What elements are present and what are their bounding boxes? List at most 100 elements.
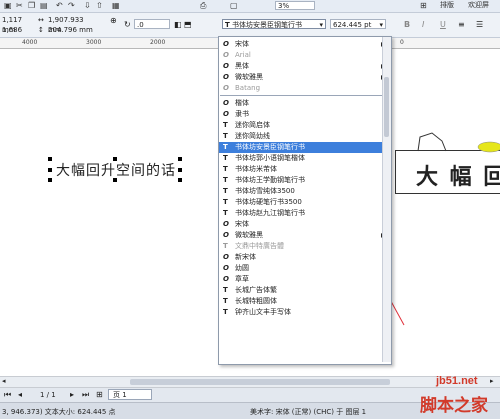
font-list-item[interactable]: O黑体▶	[219, 61, 389, 72]
selection-handle[interactable]	[48, 168, 52, 172]
import-icon[interactable]: ⇩	[84, 1, 91, 10]
page-tab-label: 页 1	[113, 391, 127, 399]
page-tab-1[interactable]: 页 1	[108, 389, 152, 400]
font-name-label: Batang	[235, 84, 261, 92]
font-name-label: 幼圆	[235, 264, 249, 272]
font-list-item[interactable]: O 幼圆	[219, 263, 389, 274]
font-list-item[interactable]: T 书体坊王学勤钢笔行书	[219, 175, 389, 186]
font-list-dropdown[interactable]: O宋体▶OArialO黑体▶O微软雅黑▶OBatangO楷体O隶书T迷你简启体T…	[218, 36, 392, 365]
font-list-item[interactable]: O微软雅黑▶	[219, 72, 389, 83]
font-list-item[interactable]: O微软雅黑▶	[219, 230, 389, 241]
next-page-icon[interactable]: ▸	[70, 390, 74, 399]
height-field[interactable]: 204.796 mm	[46, 25, 98, 35]
page-count: 1 / 1	[40, 391, 56, 399]
font-list-item[interactable]: T 迷你简启体	[219, 120, 389, 131]
ruler-tick-label: 2000	[150, 39, 166, 46]
font-name-dropdown[interactable]: T 书体坊安景臣钢笔行书 ▾	[222, 19, 326, 29]
height-icon: ↕	[38, 26, 44, 34]
font-list-item[interactable]: T 长城广告体繁	[219, 285, 389, 296]
undo-icon[interactable]: ↶	[56, 1, 63, 10]
truetype-font-icon: T	[223, 209, 228, 217]
font-list-item[interactable]: T 文鼎中特廣告體	[219, 241, 389, 252]
font-list-item[interactable]: T 钟齐山文丰手写体	[219, 307, 389, 318]
first-page-icon[interactable]: ⏮	[4, 390, 11, 400]
truetype-font-icon: T	[223, 308, 228, 316]
last-page-icon[interactable]: ⏭	[82, 390, 89, 400]
layout-menu[interactable]: 排版	[440, 1, 454, 10]
font-name-label: 迷你简幼线	[235, 132, 270, 140]
font-name-label: 新宋体	[235, 253, 256, 261]
x-position-field[interactable]: 1,117 mm	[0, 15, 38, 34]
align-icon[interactable]: ≡	[458, 20, 465, 29]
font-list-item[interactable]: T 长城特粗圆体	[219, 296, 389, 307]
scroll-left-icon[interactable]: ◂	[2, 377, 6, 385]
snap-icon[interactable]: ⊞	[420, 1, 427, 10]
welcome-screen-menu[interactable]: 欢迎屏	[468, 1, 489, 10]
redo-icon[interactable]: ↷	[68, 1, 75, 10]
lock-ratio-icon[interactable]: ⊕	[110, 16, 117, 25]
app-launcher-icon[interactable]: ▦	[112, 1, 120, 10]
object-info-status: 美术字: 宋体 (正常) (CHC) 于 图层 1	[250, 408, 367, 416]
full-screen-icon[interactable]: ▢	[230, 1, 238, 10]
font-list-item[interactable]: T 书体坊郭小语钢笔楷体	[219, 153, 389, 164]
font-list-item[interactable]: T 书体坊安景臣钢笔行书	[219, 142, 389, 153]
width-field[interactable]: 1,907.933 mm	[46, 15, 98, 34]
copy-icon[interactable]: ❐	[28, 1, 35, 10]
font-list-item[interactable]: T 书体坊赵九江钢笔行书	[219, 208, 389, 219]
preview-text: 大 幅 回	[416, 164, 500, 190]
underline-button[interactable]: U	[440, 20, 446, 29]
scroll-thumb[interactable]	[130, 379, 390, 385]
print-icon[interactable]: ⎙	[200, 1, 206, 10]
opentype-font-icon: O	[223, 40, 229, 48]
font-name-label: 微软雅黑	[235, 73, 263, 81]
page-preview: 大 幅 回	[395, 150, 500, 194]
zoom-field[interactable]: 3%	[275, 1, 315, 10]
selection-handle[interactable]	[48, 178, 52, 182]
font-list-scrollbar[interactable]	[382, 37, 391, 362]
selection-handle[interactable]	[178, 178, 182, 182]
main-toolbar: ▣ ✂ ❐ ▤ ↶ ↷ ⇩ ⇧ ▦ ⎙ ▢ 3% ⊞ 排版 欢迎屏	[0, 0, 500, 13]
font-name-value: 书体坊安景臣钢笔行书	[232, 21, 303, 29]
font-list-item[interactable]: O 新宋体	[219, 252, 389, 263]
selected-text-object[interactable]: 大幅回升空间的话	[48, 157, 182, 182]
italic-button[interactable]: I	[422, 20, 424, 29]
font-list-item[interactable]: T 书体坊雪纯体3500	[219, 186, 389, 197]
font-name-label: 黑体	[235, 62, 249, 70]
bold-button[interactable]: B	[404, 20, 410, 29]
font-list-item[interactable]: O 宋体	[219, 219, 389, 230]
font-list-item[interactable]: T 书体坊米芾体	[219, 164, 389, 175]
font-list-item[interactable]: O 隶书	[219, 109, 389, 120]
bullet-list-icon[interactable]: ☰	[476, 20, 483, 29]
cut-icon[interactable]: ✂	[16, 1, 23, 10]
font-list-item[interactable]: O 章草	[219, 274, 389, 285]
mirror-vertical-icon[interactable]: ⬒	[184, 20, 192, 29]
width-icon: ↔	[38, 16, 44, 24]
font-name-label: 长城特粗圆体	[235, 297, 277, 305]
font-list-item[interactable]: O宋体▶	[219, 39, 389, 50]
font-name-label: 书体坊雪纯体3500	[235, 187, 295, 195]
ruler-tick-label: 4000	[22, 39, 38, 46]
truetype-font-icon: T	[223, 187, 228, 195]
opentype-font-icon: O	[223, 231, 229, 239]
truetype-font-icon: T	[223, 165, 228, 173]
save-icon[interactable]: ▣	[4, 1, 12, 10]
y-position-field[interactable]: 1,686 mm	[0, 25, 38, 44]
scroll-thumb[interactable]	[384, 77, 389, 137]
mirror-horizontal-icon[interactable]: ◧	[174, 20, 182, 29]
font-list-item[interactable]: O 楷体	[219, 98, 389, 109]
selection-handle[interactable]	[178, 157, 182, 161]
font-list-item[interactable]: O Arial	[219, 50, 389, 61]
rotation-angle-field[interactable]: .0	[134, 19, 170, 29]
prev-page-icon[interactable]: ◂	[18, 390, 22, 399]
truetype-font-icon: T	[223, 176, 228, 184]
export-icon[interactable]: ⇧	[96, 1, 103, 10]
selection-handle[interactable]	[48, 157, 52, 161]
add-page-icon[interactable]: ⊞	[96, 390, 103, 399]
font-size-dropdown[interactable]: 624.445 pt ▾	[330, 19, 386, 29]
font-name-label: 章草	[235, 275, 249, 283]
selection-handle[interactable]	[178, 168, 182, 172]
font-list-item[interactable]: T 迷你简幼线	[219, 131, 389, 142]
font-list-item[interactable]: O Batang	[219, 83, 389, 94]
paste-icon[interactable]: ▤	[40, 1, 48, 10]
font-list-item[interactable]: T 书体坊硬笔行书3500	[219, 197, 389, 208]
